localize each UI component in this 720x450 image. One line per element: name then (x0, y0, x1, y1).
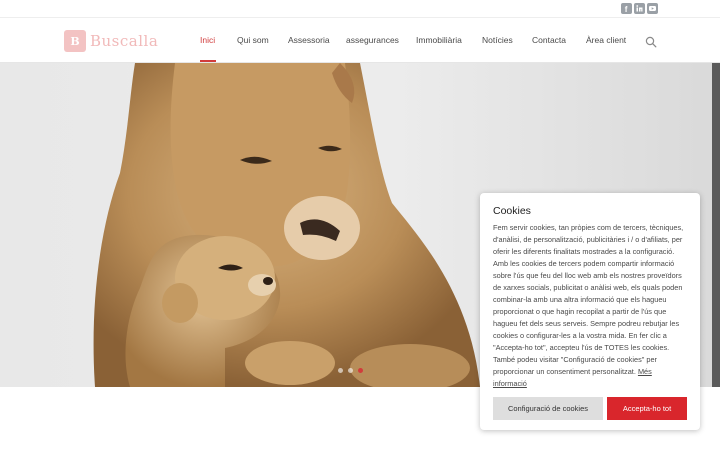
cookie-description-text: Fem servir cookies, tan pròpies com de t… (493, 223, 684, 376)
nav-item-immobiliaria[interactable]: Immobiliària (416, 35, 462, 45)
brand-name: Buscalla (90, 32, 159, 50)
svg-text:f: f (625, 5, 628, 14)
nav-item-assessoria[interactable]: Assessoria (288, 35, 330, 45)
facebook-icon[interactable]: f (621, 3, 632, 14)
accept-all-button[interactable]: Accepta-ho tot (607, 397, 687, 420)
linkedin-icon[interactable] (634, 3, 645, 14)
slider-pagination (338, 368, 363, 373)
nav-item-assegurances[interactable]: assegurances (346, 35, 399, 45)
cookie-consent-dialog: Cookies Fem servir cookies, tan pròpies … (480, 193, 700, 430)
slider-dot[interactable] (338, 368, 343, 373)
slider-dot[interactable] (348, 368, 353, 373)
nav-item-contacta[interactable]: Contacta (532, 35, 566, 45)
cookie-settings-button[interactable]: Configuració de cookies (493, 397, 603, 420)
active-nav-indicator (200, 60, 216, 62)
cookie-title: Cookies (493, 205, 531, 217)
cookie-description: Fem servir cookies, tan pròpies com de t… (493, 222, 687, 390)
logo-mark-icon: B (64, 30, 86, 52)
search-icon[interactable] (645, 36, 657, 48)
nav-item-inici[interactable]: Inici (200, 35, 215, 45)
youtube-icon[interactable] (647, 3, 658, 14)
nav-item-noticies[interactable]: Notícies (482, 35, 513, 45)
top-bar: f (0, 0, 720, 18)
nav-item-qui-som[interactable]: Qui som (237, 35, 269, 45)
nav-item-area-client[interactable]: Àrea client (586, 35, 626, 45)
brand-logo[interactable]: B Buscalla (64, 29, 158, 53)
slider-dot-active[interactable] (358, 368, 363, 373)
